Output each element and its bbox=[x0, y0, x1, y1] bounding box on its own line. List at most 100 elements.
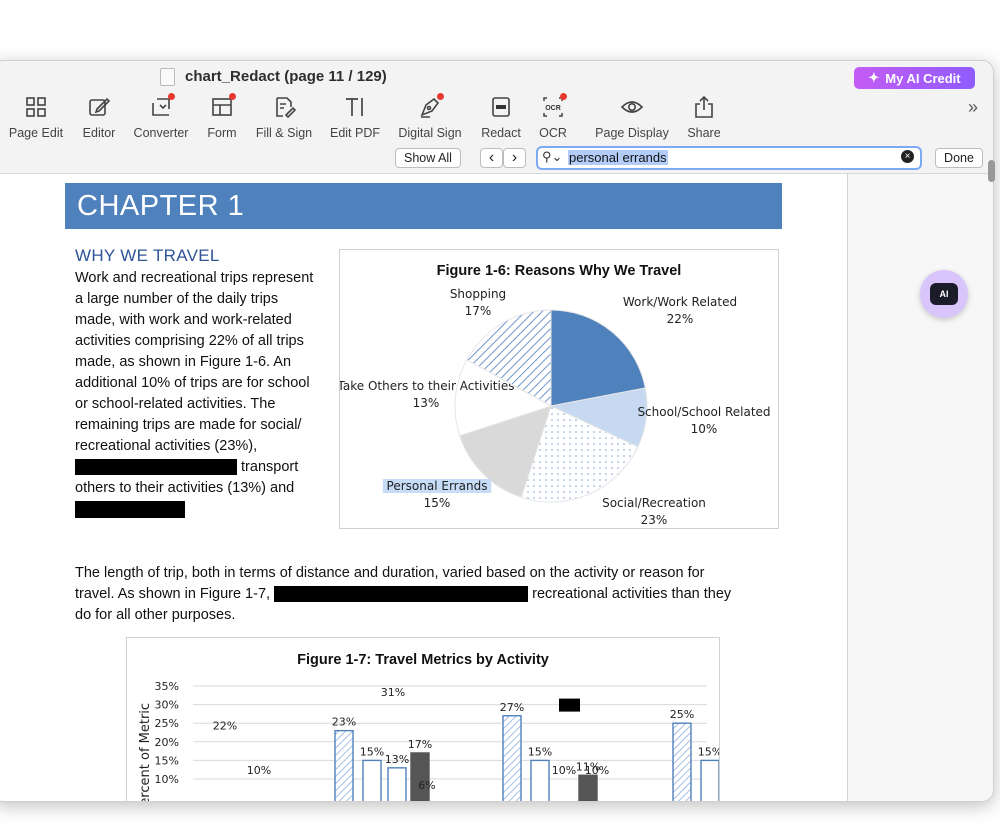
bar-data-label: 22% bbox=[213, 719, 237, 732]
pie-label: Personal Errands bbox=[387, 479, 488, 493]
bar-chart: Figure 1-7: Travel Metrics by Activity 35… bbox=[138, 652, 770, 801]
app-window: chart_Redact (page 11 / 129) ✦ My AI Cre… bbox=[0, 60, 994, 802]
figure-1-7: Figure 1-7: Travel Metrics by Activity 35… bbox=[126, 637, 770, 801]
edit-icon bbox=[87, 95, 111, 119]
figure-1-6: Figure 1-6: Reasons Why We Travel Work/Wo… bbox=[337, 249, 779, 529]
paragraph-line: or school-related activities. The bbox=[75, 396, 276, 412]
paragraph-line: activities comprising 22% of all trips bbox=[75, 333, 304, 349]
bar bbox=[362, 759, 382, 801]
ai-credit-button[interactable]: ✦ My AI Credit bbox=[854, 67, 975, 89]
bar-data-label: 13% bbox=[385, 753, 409, 766]
bar bbox=[578, 774, 598, 801]
toolbar-edit-pdf[interactable]: Edit PDF bbox=[315, 93, 395, 145]
next-result-button[interactable]: › bbox=[503, 148, 526, 168]
toolbar-label: Form bbox=[207, 126, 237, 140]
toolbar-label: Fill & Sign bbox=[255, 126, 313, 140]
bar-data-label: 10% bbox=[585, 764, 609, 777]
bar-data-label: 15% bbox=[698, 745, 719, 758]
search-input[interactable]: personal errands bbox=[568, 150, 668, 165]
notification-dot bbox=[560, 93, 567, 100]
y-axis-label: Percent of Metric bbox=[138, 703, 153, 801]
main-toolbar: Page Edit Editor Converter Form Fill & Sign E… bbox=[0, 93, 993, 145]
paragraph-line: additional 10% of trips are for school bbox=[75, 375, 310, 391]
toolbar-ocr[interactable]: OCR OCR bbox=[513, 93, 593, 145]
chart-title: Figure 1-7: Travel Metrics by Activity bbox=[297, 652, 549, 668]
eye-icon bbox=[620, 95, 644, 119]
done-button[interactable]: Done bbox=[935, 148, 983, 168]
ai-credit-label: My AI Credit bbox=[885, 70, 961, 86]
right-pane bbox=[847, 174, 993, 801]
notification-dot bbox=[229, 93, 236, 100]
y-tick-label: 30% bbox=[155, 699, 179, 712]
pie-label: School/School Related bbox=[637, 405, 770, 419]
bar bbox=[334, 729, 354, 801]
document-viewport[interactable]: CHAPTER 1 WHY WE TRAVEL Work and recreat… bbox=[0, 174, 993, 801]
bar-data-label: 25% bbox=[670, 708, 694, 721]
toolbar-fill-sign[interactable]: Fill & Sign bbox=[244, 93, 324, 145]
bar-data-label: 27% bbox=[500, 701, 524, 714]
toolbar-label: Converter bbox=[133, 126, 189, 140]
redaction-block bbox=[274, 586, 529, 603]
ocr-icon: OCR bbox=[541, 93, 567, 119]
bar bbox=[530, 759, 550, 801]
paragraph-line: made, with work and work-related bbox=[75, 312, 292, 328]
y-tick-label: 35% bbox=[155, 680, 179, 693]
bar bbox=[502, 715, 522, 801]
bar-data-label: 23% bbox=[332, 716, 356, 729]
toolbar-label: Page Display bbox=[595, 126, 669, 140]
robot-icon: AI bbox=[930, 283, 958, 305]
vertical-scrollbar[interactable] bbox=[988, 160, 995, 182]
chart-title: Figure 1-6: Reasons Why We Travel bbox=[437, 263, 682, 279]
find-bar: Show All ‹ › ⚲⌄ personal errands × Done bbox=[0, 145, 993, 174]
toolbar-digital-sign[interactable]: Digital Sign bbox=[390, 93, 470, 145]
toolbar-page-display[interactable]: Page Display bbox=[592, 93, 672, 145]
fill-sign-icon bbox=[272, 95, 297, 119]
toolbar-expand-icon[interactable]: » bbox=[968, 97, 978, 118]
paragraph-2: The length of trip, both in terms of dis… bbox=[75, 565, 732, 623]
ai-assistant-button[interactable]: AI bbox=[920, 270, 968, 318]
bar-data-label: 10% bbox=[247, 764, 271, 777]
bar-data-label: 10% bbox=[552, 764, 576, 777]
redaction-block bbox=[559, 698, 580, 712]
pie-label: Work/Work Related bbox=[623, 295, 737, 309]
chapter-heading: CHAPTER 1 bbox=[65, 183, 782, 229]
toolbar-label: Page Edit bbox=[8, 126, 64, 140]
paragraph-line: Work and recreational trips represent bbox=[75, 270, 314, 286]
bar-data-label: 17% bbox=[408, 738, 432, 751]
paragraph-1: Work and recreational trips represent a l… bbox=[75, 268, 335, 520]
bar bbox=[672, 722, 692, 801]
toolbar-label: Edit PDF bbox=[329, 126, 380, 140]
search-field[interactable]: ⚲⌄ personal errands × bbox=[536, 146, 922, 170]
notification-dot bbox=[437, 93, 444, 100]
previous-result-button[interactable]: ‹ bbox=[480, 148, 503, 168]
search-icon: ⚲⌄ bbox=[542, 149, 563, 164]
pie-value-label: 10% bbox=[691, 422, 718, 436]
pie-label: Social/Recreation bbox=[602, 496, 706, 510]
y-tick-label: 25% bbox=[155, 717, 179, 730]
paragraph-line: recreational activities (23%), bbox=[75, 438, 258, 454]
section-heading: WHY WE TRAVEL bbox=[75, 246, 220, 265]
show-all-button[interactable]: Show All bbox=[395, 148, 461, 168]
paragraph-line: made, as shown in Figure 1-6. An bbox=[75, 354, 292, 370]
pie-value-label: 22% bbox=[667, 312, 694, 326]
clear-search-icon[interactable]: × bbox=[901, 150, 914, 163]
pie-value-label: 13% bbox=[413, 396, 440, 410]
toolbar-label: Digital Sign bbox=[398, 126, 462, 140]
grid-icon bbox=[24, 95, 48, 119]
title-bar: chart_Redact (page 11 / 129) ✦ My AI Cre… bbox=[0, 61, 993, 93]
bar-data-label: 15% bbox=[528, 745, 552, 758]
pie-label: Take Others to their Activities bbox=[340, 379, 514, 393]
pie-value-label: 15% bbox=[424, 496, 451, 510]
bar-data-label: 15% bbox=[360, 745, 384, 758]
toolbar-share[interactable]: Share bbox=[664, 93, 744, 145]
pdf-page: CHAPTER 1 WHY WE TRAVEL Work and recreat… bbox=[0, 174, 847, 801]
sparkle-icon: ✦ bbox=[868, 70, 880, 85]
convert-icon bbox=[149, 93, 175, 119]
form-icon bbox=[210, 93, 236, 119]
paragraph-line: remaining trips are made for social/ bbox=[75, 417, 302, 433]
bar bbox=[410, 752, 430, 801]
bar bbox=[387, 767, 407, 801]
redaction-block bbox=[75, 459, 237, 476]
toolbar-label: OCR bbox=[539, 126, 567, 140]
bar-data-label: 31% bbox=[381, 686, 405, 699]
